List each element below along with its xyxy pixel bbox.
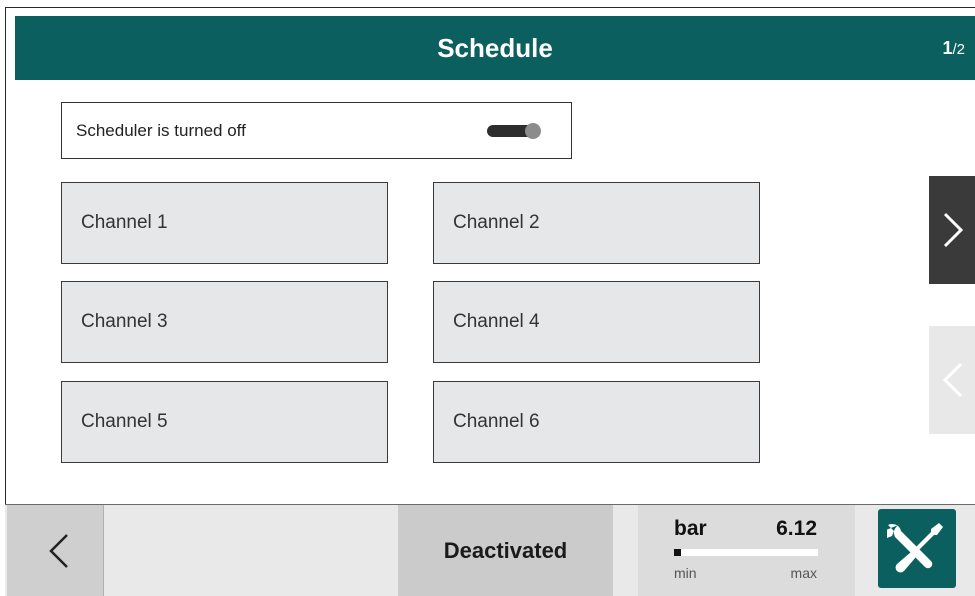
switch-knob bbox=[525, 123, 541, 139]
header-bar: Schedule 1/2 bbox=[15, 16, 975, 80]
gauge-max-label: max bbox=[790, 565, 817, 581]
channel-label: Channel 6 bbox=[453, 411, 540, 432]
page-indicator: 1/2 bbox=[942, 16, 965, 80]
gauge-min-label: min bbox=[674, 565, 697, 581]
chevron-left-icon bbox=[49, 534, 68, 568]
next-page-button[interactable] bbox=[929, 176, 975, 284]
tools-button[interactable] bbox=[878, 509, 956, 588]
channel-1-button[interactable]: Channel 1 bbox=[61, 182, 388, 264]
channel-label: Channel 2 bbox=[453, 212, 540, 233]
page-current: 1 bbox=[942, 38, 953, 58]
gauge-unit: bar bbox=[674, 517, 707, 540]
wrench-screwdriver-icon bbox=[887, 523, 943, 573]
previous-page-button[interactable] bbox=[929, 326, 975, 434]
channel-4-button[interactable]: Channel 4 bbox=[433, 281, 760, 363]
gauge-bar bbox=[674, 549, 818, 556]
status-indicator: Deactivated bbox=[398, 505, 613, 596]
chevron-left-icon bbox=[942, 362, 963, 398]
back-button[interactable] bbox=[7, 505, 104, 596]
channel-label: Channel 1 bbox=[81, 212, 168, 233]
channel-3-button[interactable]: Channel 3 bbox=[61, 281, 388, 363]
page-title: Schedule bbox=[437, 33, 553, 63]
scheduler-toggle-row[interactable]: Scheduler is turned off bbox=[61, 102, 572, 159]
chevron-right-icon bbox=[943, 212, 964, 248]
pressure-gauge: bar 6.12 min max bbox=[638, 505, 855, 596]
channel-label: Channel 5 bbox=[81, 411, 168, 432]
gauge-value: 6.12 bbox=[776, 517, 817, 540]
channel-5-button[interactable]: Channel 5 bbox=[61, 381, 388, 463]
channel-6-button[interactable]: Channel 6 bbox=[433, 381, 760, 463]
channel-label: Channel 3 bbox=[81, 311, 168, 332]
scheduler-status-label: Scheduler is turned off bbox=[76, 121, 246, 140]
gauge-bar-fill bbox=[674, 549, 682, 556]
channel-label: Channel 4 bbox=[453, 311, 540, 332]
page-total: /2 bbox=[952, 41, 965, 58]
channel-2-button[interactable]: Channel 2 bbox=[433, 182, 760, 264]
scheduler-switch[interactable] bbox=[487, 123, 541, 139]
